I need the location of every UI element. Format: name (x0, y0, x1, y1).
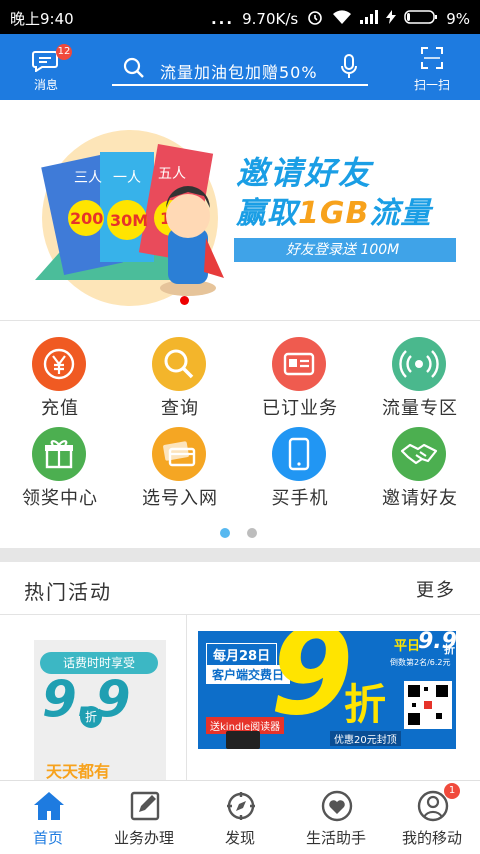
activity-weekday-sub: 倒数第2名/6.2元 (390, 658, 451, 667)
tab-label: 生活助手 (305, 829, 366, 847)
search-icon (122, 56, 146, 84)
service-invite[interactable]: 邀请好友 (360, 412, 480, 509)
service-label: 买手机 (271, 488, 329, 509)
service-label: 选号入网 (142, 488, 218, 509)
tab-discover[interactable]: 发现 (192, 781, 288, 854)
kindle-reader-icon (226, 731, 260, 749)
activity-card-payday[interactable]: 每月28日 客户端交费日 送kindle阅读器 9 折 优惠20元封顶 平日 9… (198, 631, 456, 749)
activity-card-discount[interactable]: 话费时时享受 9.9 折 天天都有 (34, 640, 166, 780)
divider (0, 614, 480, 615)
banner-illustration: 三人 一人 五人 200 30M 1G (35, 130, 224, 306)
pager-dot-1[interactable] (220, 528, 230, 538)
phone-icon (272, 427, 326, 481)
service-data-zone[interactable]: 流量专区 (360, 322, 480, 419)
tab-business[interactable]: 业务办理 (96, 781, 192, 854)
signal-icon (392, 337, 446, 391)
activity-zhe: 折 (80, 706, 102, 728)
activity-weekday: 平日 (394, 639, 421, 654)
magnifier-icon (152, 337, 206, 391)
search-bar[interactable]: 流量加油包加赠50% (112, 50, 368, 86)
divider (0, 320, 480, 321)
service-rewards[interactable]: 领奖中心 (0, 412, 120, 509)
banner-subline-highlight: 1GB (298, 196, 370, 231)
qr-code-icon (404, 681, 452, 729)
service-recharge[interactable]: 充值 (0, 322, 120, 419)
handshake-icon (392, 427, 446, 481)
tab-my-mobile[interactable]: 1 我的移动 (384, 781, 480, 854)
heart-icon (320, 789, 354, 823)
sim-card-icon (152, 427, 206, 481)
messages-button[interactable]: 12 消息 (18, 44, 74, 94)
scan-label: 扫一扫 (413, 78, 450, 92)
yuan-icon (32, 337, 86, 391)
signal-icon (360, 10, 379, 28)
activity-weekday-zhe: 折 (444, 643, 455, 656)
card-label-1: 三人 (74, 170, 102, 186)
my-mobile-badge: 1 (444, 783, 460, 799)
id-card-icon (272, 337, 326, 391)
gift-icon (32, 427, 86, 481)
status-time: 晚上9:40 (10, 10, 74, 28)
promo-banner[interactable]: 三人 一人 五人 200 30M 1G 邀请好友 赢取1GB流量 好友登录送 1… (0, 100, 480, 320)
card-label-2: 一人 (113, 170, 141, 186)
pager-dot-2[interactable] (247, 528, 257, 538)
alarm-icon (306, 8, 324, 30)
bottom-tab-bar: 首页 业务办理 发现 生活助手 1 我的移动 (0, 780, 480, 853)
network-speed: 9.70K/s (242, 10, 299, 28)
service-subscribed[interactable]: 已订业务 (240, 322, 360, 419)
edit-icon (128, 789, 162, 823)
messages-label: 消息 (33, 78, 58, 92)
banner-pill: 好友登录送 100M (234, 238, 456, 262)
status-dots: ... (210, 10, 235, 28)
tab-life-assistant[interactable]: 生活助手 (288, 781, 384, 854)
card-label-3: 五人 (158, 166, 186, 182)
status-bar: 晚上9:40 ... 9.70K/s 9% (0, 0, 480, 34)
activity-date-tag: 每月28日 (206, 643, 278, 666)
activity-daily: 天天都有 (46, 762, 111, 780)
banner-subline: 赢取1GB流量 (236, 188, 431, 232)
scan-button[interactable]: 扫一扫 (402, 44, 462, 94)
microphone-icon[interactable] (340, 54, 358, 84)
activity-zhe: 折 (344, 680, 387, 729)
status-right: ... 9.70K/s 9% (211, 8, 470, 30)
compass-icon (224, 789, 258, 823)
battery-percent: 9% (446, 10, 470, 28)
tab-label: 我的移动 (401, 829, 462, 847)
tab-label: 首页 (32, 829, 63, 847)
message-bubble-icon (32, 50, 58, 76)
service-query[interactable]: 查询 (120, 322, 240, 419)
card-value-1: 200 (70, 209, 103, 228)
section-gap (0, 548, 480, 562)
banner-subline-suffix: 流量 (369, 196, 432, 231)
hot-activities-title: 热门活动 (24, 580, 112, 604)
wifi-icon (332, 9, 352, 29)
column-divider (186, 614, 187, 780)
service-buy-phone[interactable]: 买手机 (240, 412, 360, 509)
battery-icon (404, 9, 438, 29)
messages-badge: 12 (56, 44, 72, 60)
tab-label: 业务办理 (113, 829, 174, 847)
service-choose-number[interactable]: 选号入网 (120, 412, 240, 509)
activity-cap-note: 优惠20元封顶 (330, 731, 401, 746)
tab-home[interactable]: 首页 (0, 781, 96, 854)
service-label: 邀请好友 (382, 488, 458, 509)
tab-label: 发现 (224, 829, 255, 847)
home-icon (32, 789, 66, 823)
activity-big-nine: 9 (270, 631, 354, 742)
service-label: 领奖中心 (22, 488, 98, 509)
app-header: 12 消息 流量加油包加赠50% 扫一扫 (0, 34, 480, 100)
scan-icon (420, 46, 444, 74)
card-value-2: 30M (110, 211, 148, 230)
banner-subline-prefix: 赢取 (236, 196, 298, 231)
banner-indicator-dot (180, 296, 189, 305)
more-link[interactable]: 更多 (416, 576, 456, 602)
search-placeholder: 流量加油包加赠50% (160, 63, 318, 82)
charging-icon (386, 10, 397, 28)
service-grid: 充值 查询 已订业务 流量专区 领奖中心 选号入网 买手机 邀请好友 (0, 322, 480, 547)
hot-activities-header: 热门活动 更多 (0, 562, 480, 614)
